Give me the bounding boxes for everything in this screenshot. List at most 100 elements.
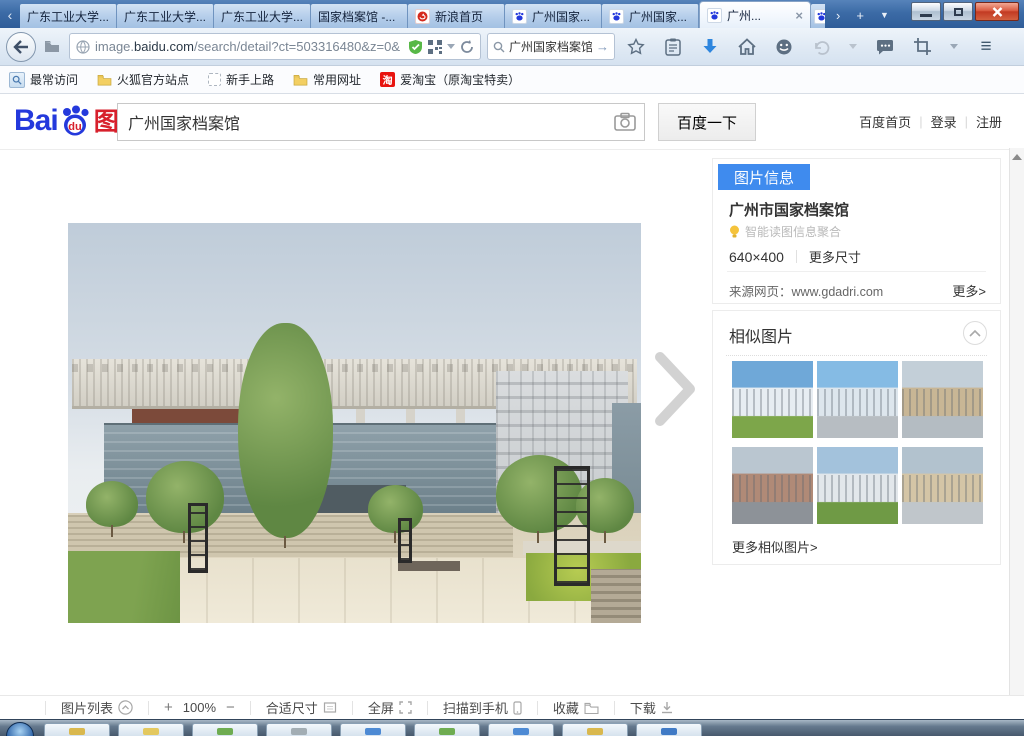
home-button[interactable] (736, 35, 758, 59)
more-link[interactable]: 更多> (952, 281, 986, 300)
image-size: 640×400 (729, 249, 784, 265)
downloads-button[interactable] (699, 35, 721, 59)
url-dropdown-caret-icon[interactable] (447, 44, 455, 49)
similar-image-thumb[interactable] (732, 447, 813, 524)
link-baidu-home[interactable]: 百度首页 (859, 112, 911, 131)
tab-gdut-2[interactable]: 广东工业大学... (117, 4, 214, 28)
photo-tree (238, 323, 333, 538)
similar-image-thumb[interactable] (817, 447, 898, 524)
undo-button[interactable] (810, 35, 832, 59)
tab-label: 广州国家... (532, 8, 594, 25)
taskbar-button[interactable] (488, 723, 554, 736)
reload-icon[interactable] (460, 40, 474, 54)
url-bar[interactable]: image.baidu.com/search/detail?ct=5033164… (69, 33, 481, 60)
minimize-button[interactable] (911, 2, 941, 21)
screenshot-button[interactable] (911, 35, 933, 59)
download-button[interactable]: 下载 (630, 698, 673, 717)
camera-search-icon[interactable] (614, 112, 636, 137)
tab-scroll-left-button[interactable]: ‹ (0, 2, 20, 28)
screenshot-dropdown-caret[interactable] (948, 35, 960, 59)
bookmark-taobao[interactable]: 淘 爱淘宝（原淘宝特卖） (380, 71, 520, 88)
link-login[interactable]: 登录 (931, 112, 957, 131)
taskbar-app-icon (365, 728, 381, 735)
similar-image-thumb[interactable] (902, 361, 983, 438)
taskbar-button[interactable] (340, 723, 406, 736)
tab-partial[interactable] (811, 4, 825, 28)
bookmark-most-visited[interactable]: 最常访问 (9, 71, 78, 88)
similar-image-thumb[interactable] (732, 361, 813, 438)
thumb-building-texture (732, 389, 813, 417)
new-tab-button[interactable]: + (849, 8, 871, 23)
tab-sina[interactable]: 新浪首页 (408, 4, 505, 28)
zoom-controls: + 100% − (164, 699, 235, 716)
similar-image-thumb[interactable] (817, 361, 898, 438)
main-image[interactable] (68, 223, 641, 623)
fit-size-button[interactable]: 合适尺寸 (266, 698, 337, 717)
undo-dropdown-caret[interactable] (847, 35, 859, 59)
baidu-search-input[interactable]: 广州国家档案馆 (117, 103, 645, 141)
window-controls (911, 2, 1019, 21)
link-register[interactable]: 注册 (976, 112, 1002, 131)
baidu-paw-favicon-icon (609, 9, 624, 24)
security-shield-icon[interactable] (408, 39, 423, 55)
thumb-building-texture (732, 475, 813, 503)
collapse-button[interactable] (963, 321, 987, 345)
taobao-icon: 淘 (380, 72, 395, 87)
browser-search-input[interactable]: 广州国家档案馆 (509, 38, 592, 55)
taskbar-button[interactable] (414, 723, 480, 736)
bookmarks-panel-button[interactable] (662, 35, 684, 59)
tab-list-caret-icon[interactable]: ▼ (873, 10, 896, 20)
taskbar-button[interactable] (192, 723, 258, 736)
tab-label: 国家档案馆 -... (318, 8, 400, 25)
taskbar-button[interactable] (562, 723, 628, 736)
url-text[interactable]: image.baidu.com/search/detail?ct=5033164… (95, 39, 403, 54)
tab-baidu-image-1[interactable]: 广州国家... (505, 4, 602, 28)
more-sizes-link[interactable]: 更多尺寸 (809, 247, 861, 266)
separator: | (919, 114, 922, 129)
baidu-header: Bai du 图片 广州国家档案馆 百度一下 百度首页 | 登录 | 注册 (0, 94, 1024, 150)
bookmark-common-sites[interactable]: 常用网址 (293, 71, 361, 88)
tab-scroll-right-button[interactable]: › (829, 8, 847, 23)
taskbar-button[interactable] (636, 723, 702, 736)
zoom-in-button[interactable]: + (164, 699, 173, 716)
taskbar-app-icon (513, 728, 529, 735)
similar-image-thumb[interactable] (902, 447, 983, 524)
feedback-smiley-button[interactable] (773, 35, 795, 59)
chat-button[interactable] (874, 35, 896, 59)
tab-archives[interactable]: 国家档案馆 -... (311, 4, 408, 28)
tab-baidu-image-2[interactable]: 广州国家... (602, 4, 699, 28)
back-button[interactable] (6, 32, 36, 62)
next-image-button[interactable] (650, 349, 702, 429)
baidu-image-page: Bai du 图片 广州国家档案馆 百度一下 百度首页 | 登录 | 注册 (0, 94, 1024, 719)
close-button[interactable] (975, 2, 1019, 21)
restore-button[interactable] (943, 2, 973, 21)
library-button[interactable] (39, 35, 65, 59)
fullscreen-button[interactable]: 全屏 (368, 698, 412, 717)
more-similar-link[interactable]: 更多相似图片> (732, 537, 818, 556)
tab-gdut-3[interactable]: 广东工业大学... (214, 4, 311, 28)
bookmark-getting-started[interactable]: 新手上路 (208, 71, 274, 88)
tab-gdut-1[interactable]: 广东工业大学... (20, 4, 117, 28)
qr-code-icon[interactable] (428, 40, 442, 54)
tab-baidu-image-active[interactable]: 广州... × (699, 1, 811, 28)
baidu-paw-logo-icon: du (59, 104, 91, 138)
favorite-button[interactable]: 收藏 (553, 698, 599, 717)
zoom-out-button[interactable]: − (226, 699, 235, 716)
menu-button[interactable]: ≡ (975, 35, 997, 59)
browser-search-bar[interactable]: 广州国家档案馆 → (487, 33, 615, 60)
taskbar-button[interactable] (118, 723, 184, 736)
page-scrollbar[interactable] (1009, 148, 1024, 695)
image-list-button[interactable]: 图片列表 (61, 698, 133, 717)
scan-to-phone-button[interactable]: 扫描到手机 (443, 698, 522, 717)
bookmark-firefox-sites[interactable]: 火狐官方站点 (97, 71, 189, 88)
bookmark-star-button[interactable] (625, 35, 647, 59)
search-go-icon[interactable]: → (596, 39, 609, 54)
chevron-right-icon (650, 349, 702, 429)
start-button[interactable] (6, 722, 34, 736)
taskbar-button[interactable] (266, 723, 332, 736)
taskbar-button[interactable] (44, 723, 110, 736)
source-link[interactable]: 来源网页：www.gdadri.com (729, 281, 883, 300)
baidu-search-button[interactable]: 百度一下 (658, 103, 756, 141)
scrollbar-up-arrow-icon[interactable] (1012, 154, 1022, 160)
tab-close-icon[interactable]: × (793, 8, 803, 23)
